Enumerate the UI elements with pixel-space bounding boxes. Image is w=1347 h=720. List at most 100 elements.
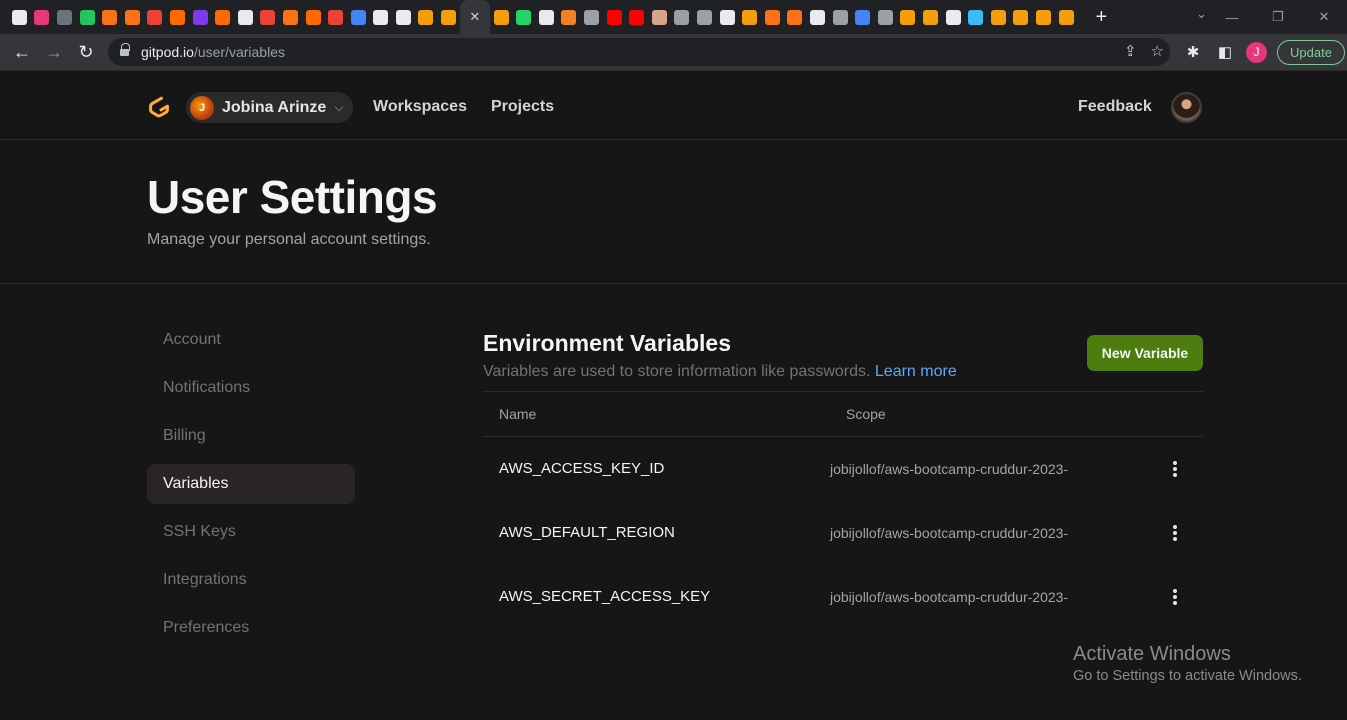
tab-favicon-icon	[260, 9, 276, 25]
browser-tab[interactable]	[919, 0, 942, 34]
browser-tab[interactable]	[437, 0, 460, 34]
tab-favicon-icon	[305, 9, 321, 25]
sidebar-item-account[interactable]: Account	[147, 320, 355, 360]
browser-tab[interactable]	[189, 0, 212, 34]
browser-tab[interactable]	[76, 0, 99, 34]
browser-tab[interactable]	[761, 0, 784, 34]
browser-tab[interactable]	[558, 0, 581, 34]
browser-tab[interactable]	[1010, 0, 1033, 34]
browser-tab[interactable]	[166, 0, 189, 34]
section-description: Variables are used to store information …	[483, 363, 957, 380]
sidebar-item-billing[interactable]: Billing	[147, 416, 355, 456]
browser-tab[interactable]	[234, 0, 257, 34]
share-icon[interactable]: ⇪	[1124, 42, 1137, 60]
browser-tab[interactable]	[211, 0, 234, 34]
back-icon[interactable]: ←	[6, 36, 38, 68]
gitpod-logo-icon[interactable]	[147, 95, 171, 119]
browser-tab[interactable]	[738, 0, 761, 34]
watermark-title: Activate Windows	[1073, 643, 1231, 665]
browser-tab[interactable]	[693, 0, 716, 34]
browser-tab[interactable]	[415, 0, 438, 34]
table-header: Name Scope	[483, 391, 1203, 437]
row-menu-icon[interactable]	[1171, 523, 1179, 543]
lock-icon[interactable]	[120, 42, 130, 58]
nav-projects[interactable]: Projects	[491, 98, 554, 116]
update-button[interactable]: Update	[1277, 39, 1345, 65]
sidebar-item-notifications[interactable]: Notifications	[147, 368, 355, 408]
browser-tab[interactable]	[302, 0, 325, 34]
browser-tab[interactable]	[53, 0, 76, 34]
close-window-icon[interactable]: ✕	[1301, 0, 1347, 34]
browser-tab[interactable]	[512, 0, 535, 34]
address-bar[interactable]: gitpod.io/user/variables ⇪ ☆	[108, 38, 1170, 66]
browser-tab[interactable]	[648, 0, 671, 34]
browser-tab[interactable]	[490, 0, 513, 34]
sidebar-item-preferences[interactable]: Preferences	[147, 608, 355, 648]
browser-tab[interactable]	[347, 0, 370, 34]
browser-toolbar: ← → ↻ gitpod.io/user/variables ⇪ ☆ ✱ ◧ J…	[0, 34, 1347, 71]
user-avatar[interactable]	[1171, 92, 1202, 123]
browser-tab[interactable]	[625, 0, 648, 34]
row-menu-icon[interactable]	[1171, 587, 1179, 607]
browser-tab[interactable]	[31, 0, 54, 34]
browser-tab[interactable]	[535, 0, 558, 34]
tab-favicon-icon	[719, 9, 735, 25]
browser-tab[interactable]	[942, 0, 965, 34]
reload-icon[interactable]: ↻	[70, 36, 102, 68]
browser-tab[interactable]	[851, 0, 874, 34]
browser-tab[interactable]	[671, 0, 694, 34]
browser-tab[interactable]	[279, 0, 302, 34]
table-row: AWS_ACCESS_KEY_ID jobijollof/aws-bootcam…	[483, 437, 1203, 501]
browser-tab[interactable]	[806, 0, 829, 34]
browser-tab-strip: ✕ + ⌄ — ❐ ✕	[0, 0, 1347, 34]
settings-sidebar: Account Notifications Billing Variables …	[147, 320, 355, 656]
sidebar-item-integrations[interactable]: Integrations	[147, 560, 355, 600]
browser-tab[interactable]	[324, 0, 347, 34]
browser-tab[interactable]	[874, 0, 897, 34]
tab-favicon-icon	[169, 9, 185, 25]
tab-close-icon[interactable]: ✕	[469, 9, 480, 25]
browser-tab[interactable]	[98, 0, 121, 34]
tab-favicon-icon	[11, 9, 27, 25]
browser-tab[interactable]	[603, 0, 626, 34]
new-variable-button[interactable]: New Variable	[1087, 335, 1203, 371]
extensions-puzzle-icon[interactable]: ✱	[1182, 39, 1204, 65]
browser-profile-avatar[interactable]: J	[1246, 41, 1267, 63]
browser-tab[interactable]	[784, 0, 807, 34]
tab-list: ✕ +	[0, 0, 1113, 34]
browser-tab[interactable]	[987, 0, 1010, 34]
sidebar-item-variables[interactable]: Variables	[147, 464, 355, 504]
feedback-link[interactable]: Feedback	[1078, 98, 1152, 116]
browser-tab[interactable]	[8, 0, 31, 34]
browser-tab[interactable]	[257, 0, 280, 34]
minimize-icon[interactable]: —	[1209, 0, 1255, 34]
forward-icon[interactable]: →	[38, 36, 70, 68]
tab-search-chevron-icon[interactable]: ⌄	[1196, 6, 1207, 22]
url-text[interactable]: gitpod.io/user/variables	[141, 44, 285, 60]
tab-favicon-icon	[990, 9, 1006, 25]
new-tab-icon[interactable]: +	[1089, 6, 1113, 29]
browser-tab[interactable]	[370, 0, 393, 34]
tab-favicon-icon	[764, 9, 780, 25]
active-tab[interactable]: ✕	[459, 0, 490, 34]
browser-tab[interactable]	[1032, 0, 1055, 34]
bookmark-star-icon[interactable]: ☆	[1151, 42, 1164, 60]
restore-icon[interactable]: ❐	[1255, 0, 1301, 34]
learn-more-link[interactable]: Learn more	[875, 363, 957, 380]
tab-favicon-icon	[651, 9, 667, 25]
side-panel-icon[interactable]: ◧	[1214, 39, 1236, 65]
row-menu-icon[interactable]	[1171, 459, 1179, 479]
browser-tab[interactable]	[580, 0, 603, 34]
nav-workspaces[interactable]: Workspaces	[373, 98, 467, 116]
browser-tab[interactable]	[829, 0, 852, 34]
browser-tab[interactable]	[716, 0, 739, 34]
sidebar-item-ssh-keys[interactable]: SSH Keys	[147, 512, 355, 552]
browser-tab[interactable]	[392, 0, 415, 34]
browser-tab[interactable]	[964, 0, 987, 34]
browser-tab[interactable]	[121, 0, 144, 34]
browser-tab[interactable]	[144, 0, 167, 34]
browser-tab[interactable]	[1055, 0, 1078, 34]
browser-tab[interactable]	[897, 0, 920, 34]
tab-favicon-icon	[629, 9, 645, 25]
org-switcher[interactable]: J Jobina Arinze ⌵	[186, 92, 354, 123]
